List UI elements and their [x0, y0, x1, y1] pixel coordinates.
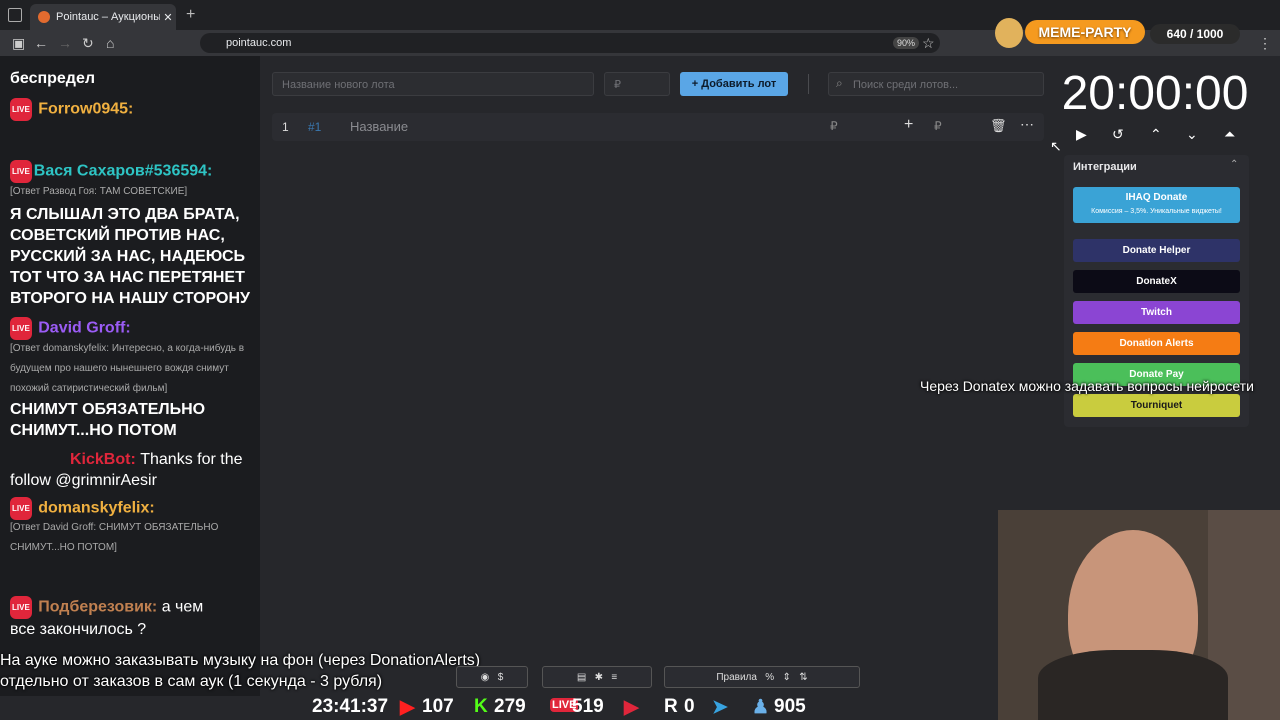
- auction-timer: 20:00:00: [1061, 67, 1249, 120]
- telegram-icon: ➤: [712, 697, 728, 718]
- vkplay-icon: ▶: [624, 697, 639, 718]
- favicon-icon: [38, 11, 50, 23]
- viewers-icon: ♟: [752, 697, 770, 718]
- bug-icon[interactable]: ✱: [595, 672, 603, 683]
- meme-counter: 640 / 1000: [1150, 24, 1240, 44]
- play-icon[interactable]: ▶: [1076, 126, 1087, 143]
- rules-group[interactable]: Правила % ⇕ ⇅: [664, 666, 860, 688]
- youtube-icon: ▶: [400, 697, 415, 718]
- viewers-count: 905: [774, 696, 806, 717]
- address-bar[interactable]: pointauc.com: [200, 33, 940, 53]
- lot-add-icon[interactable]: +: [904, 116, 913, 134]
- rutube-icon: R: [664, 696, 678, 717]
- tab-actions-icon[interactable]: [8, 8, 22, 22]
- lot-id: #1: [308, 120, 322, 134]
- donation-alerts-button[interactable]: Donation Alerts: [1073, 332, 1240, 355]
- ihaq-sub: Комиссия – 3,5%. Уникальные виджеты!: [1091, 208, 1222, 215]
- chat-message: беспредел: [10, 70, 96, 87]
- rules-button[interactable]: Правила: [716, 672, 757, 683]
- tab-title: Pointauc – Аукционы, лотереи: [56, 11, 160, 23]
- meme-party-widget: MEME-PARTY 640 / 1000: [995, 14, 1245, 52]
- trash-icon[interactable]: 🗑: [990, 118, 1007, 134]
- meme-party-title: MEME-PARTY: [1025, 20, 1145, 44]
- lot-index: 1: [282, 120, 289, 134]
- donatex-note: Через Donatex можно задавать вопросы ней…: [920, 378, 1254, 394]
- donatex-button[interactable]: DonateX: [1073, 270, 1240, 293]
- list-icon[interactable]: ≡: [611, 672, 617, 683]
- rutube-count: 0: [684, 696, 695, 717]
- kick-count: 279: [494, 696, 526, 717]
- bookmark-star-icon[interactable]: ☆: [922, 35, 935, 52]
- live-count: 519: [572, 696, 604, 717]
- chat-message: Я СЛЫШАЛ ЭТО ДВА БРАТА, СОВЕТСКИЙ ПРОТИВ…: [10, 206, 250, 307]
- back-icon[interactable]: ←: [34, 35, 48, 51]
- chat-message: KickBot: Thanks for the follow @grimnirA…: [10, 451, 243, 489]
- stream-chat: беспредел LIVE Forrow0945: LIVE Вася Саха…: [0, 56, 260, 696]
- search-placeholder: Поиск среди лотов...: [853, 79, 959, 91]
- add-lot-label: Добавить лот: [701, 78, 777, 90]
- split-icon[interactable]: ⇕: [783, 672, 791, 683]
- chat-reply: [Ответ domanskyfelix: Интересно, а когда…: [10, 343, 245, 394]
- more-icon[interactable]: ⋯: [1020, 116, 1034, 133]
- ihaq-donate-button[interactable]: IHAQ Donate Комиссия – 3,5%. Уникальные …: [1073, 187, 1240, 223]
- dollar-icon[interactable]: $: [498, 672, 504, 683]
- add-lot-button[interactable]: + Добавить лот: [680, 72, 788, 96]
- price-input[interactable]: ₽: [604, 72, 670, 96]
- donate-helper-button[interactable]: Donate Helper: [1073, 239, 1240, 262]
- new-tab-button[interactable]: +: [186, 6, 195, 24]
- chat-message: LIVE Forrow0945:: [10, 98, 133, 121]
- doge-icon: [995, 18, 1023, 48]
- sort-icon[interactable]: ⇅: [799, 672, 807, 683]
- search-icon: ⌕: [836, 76, 843, 90]
- ihaq-label: IHAQ Donate: [1125, 192, 1188, 203]
- lot-add-amount[interactable]: ₽: [934, 119, 942, 133]
- tab-close-icon[interactable]: ✕: [160, 11, 176, 24]
- github-icon[interactable]: ◉: [481, 672, 490, 683]
- timer-up-icon[interactable]: ⌃: [1150, 126, 1162, 143]
- tourniquet-button[interactable]: Tourniquet: [1073, 394, 1240, 417]
- music-note-line2: отдельно от заказов в сам аук (1 секунда…: [0, 673, 383, 690]
- streamer-shirt: [1038, 650, 1228, 720]
- chat-message: СНИМУТ ОБЯЗАТЕЛЬНО СНИМУТ...НО ПОТОМ: [10, 401, 206, 439]
- mouse-cursor: ↖: [1050, 138, 1062, 154]
- stream-stats: 23:41:37 ▶ 107 K 279 LIVE 519 ▶ R 0 ➤ ♟ …: [300, 690, 840, 720]
- chat-message: все закончилось ?: [10, 621, 147, 638]
- sidebar-icon[interactable]: ▣: [12, 35, 25, 52]
- chat-reply: [Ответ David Groff: СНИМУТ ОБЯЗАТЕЛЬНО С…: [10, 522, 219, 553]
- integrations-title: Интеграции: [1073, 161, 1137, 173]
- bottom-toolbar: ◉ $ ▤ ✱ ≡ Правила % ⇕ ⇅: [456, 666, 860, 688]
- kick-icon: K: [474, 696, 488, 717]
- twitch-button[interactable]: Twitch: [1073, 301, 1240, 324]
- webcam-feed: [998, 510, 1280, 720]
- chat-message: LIVE Подберезовик: а чем: [10, 596, 255, 619]
- chat-message: LIVE David Groff:: [10, 317, 131, 340]
- forward-icon[interactable]: →: [58, 35, 72, 51]
- search-input[interactable]: Поиск среди лотов...: [828, 72, 1044, 96]
- tools-group[interactable]: ▤ ✱ ≡: [542, 666, 652, 688]
- timer-double-up-icon[interactable]: ⏶: [1224, 126, 1235, 143]
- reload-icon[interactable]: ↻: [82, 35, 94, 52]
- clock: 23:41:37: [312, 696, 389, 717]
- music-note-line1: На ауке можно заказывать музыку на фон (…: [0, 652, 481, 669]
- lot-amount[interactable]: ₽: [830, 119, 838, 133]
- menu-icon[interactable]: ⋮: [1258, 35, 1272, 52]
- new-lot-input[interactable]: Название нового лота: [272, 72, 594, 96]
- chat-reply: [Ответ Развод Гоя: ТАМ СОВЕТСКИЕ]: [10, 186, 188, 197]
- home-icon[interactable]: ⌂: [106, 35, 114, 51]
- reset-icon[interactable]: ↺: [1112, 126, 1124, 143]
- chat-message: LIVE Вася Сахаров#536594:: [10, 160, 212, 183]
- save-icon[interactable]: ▤: [577, 672, 586, 683]
- percent-icon[interactable]: %: [765, 672, 774, 683]
- timer-down-icon[interactable]: ⌄: [1186, 126, 1198, 143]
- zoom-badge[interactable]: 90%: [893, 37, 920, 49]
- youtube-count: 107: [422, 696, 454, 717]
- divider: [808, 74, 809, 94]
- lot-row[interactable]: 1 #1 Название ₽ + ₽ 🗑 ⋯: [272, 113, 1044, 141]
- browser-tab[interactable]: Pointauc – Аукционы, лотереи ✕: [30, 4, 176, 30]
- chat-message: LIVE domanskyfelix:: [10, 497, 155, 520]
- collapse-icon[interactable]: ⌃: [1230, 159, 1238, 170]
- plus-icon: +: [691, 78, 702, 90]
- lot-name-input[interactable]: Название: [350, 119, 408, 134]
- github-donate-group[interactable]: ◉ $: [456, 666, 528, 688]
